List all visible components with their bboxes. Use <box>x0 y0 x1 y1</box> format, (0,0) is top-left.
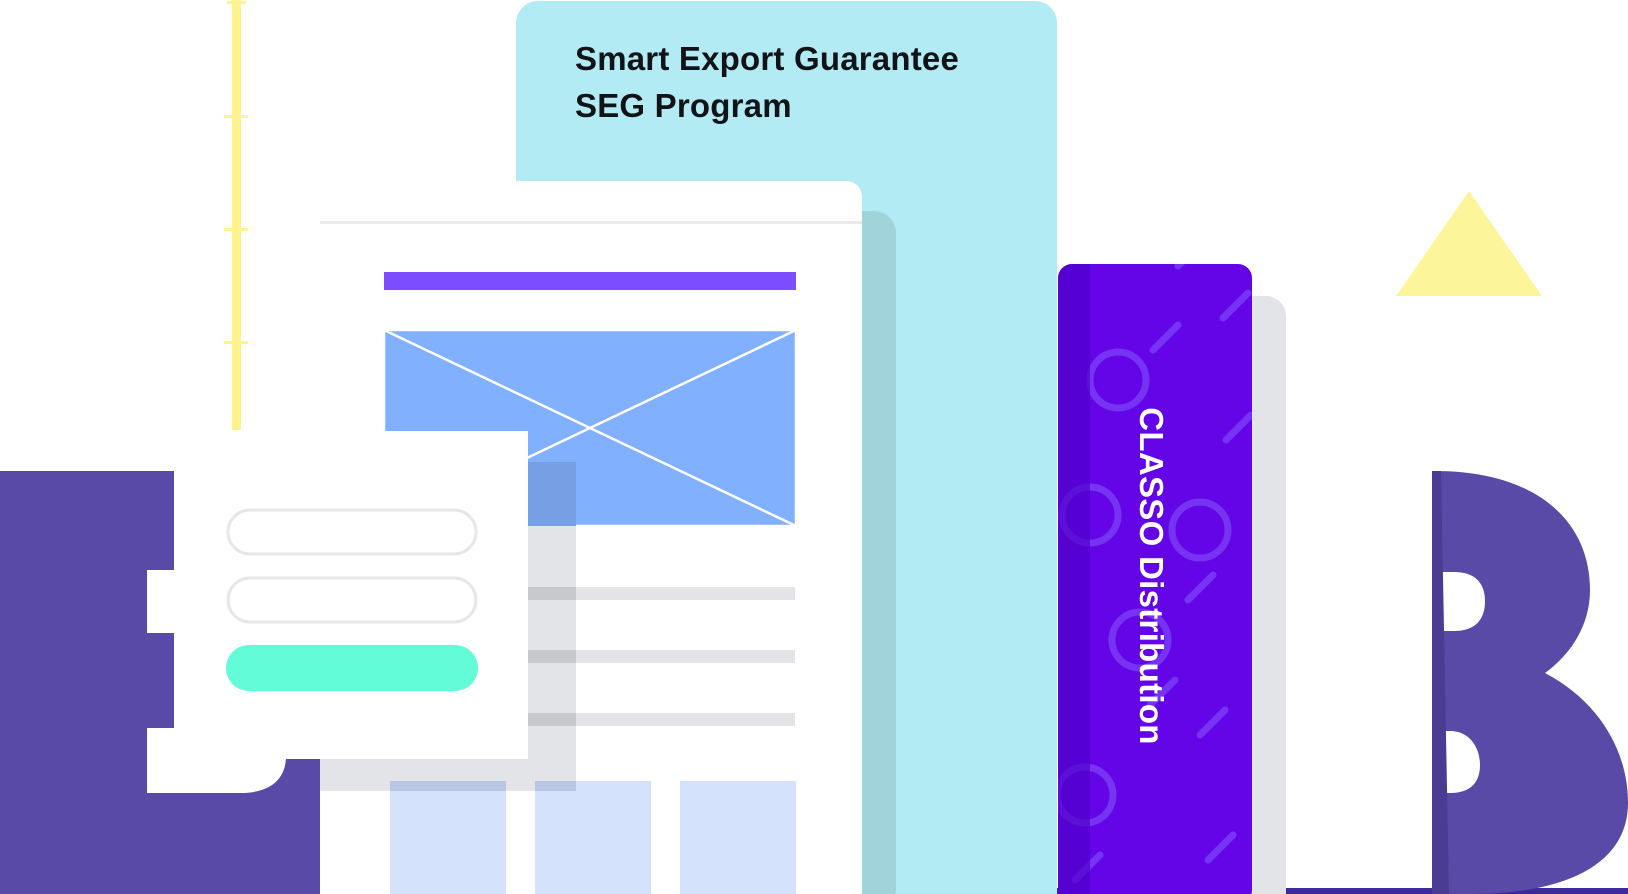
form-field <box>226 508 478 556</box>
seg-title-line-2: SEG Program <box>575 87 792 124</box>
seg-title-line-1: Smart Export Guarantee <box>575 40 960 77</box>
ruler-icon <box>224 0 248 430</box>
grid-tile <box>390 781 506 894</box>
seg-card-title: Smart Export Guarantee SEG Program <box>575 35 1035 129</box>
document-top-rule <box>320 221 862 224</box>
grid-tile-overlap <box>535 781 576 791</box>
grid-tile-overlap <box>390 781 506 791</box>
illustration-artwork <box>0 0 1628 894</box>
letter-b-shape <box>1432 470 1628 894</box>
grid-tile <box>680 781 796 894</box>
form-submit-button <box>226 645 478 691</box>
form-field <box>226 576 478 624</box>
document-header-bar <box>384 272 796 290</box>
grid-tile <box>535 781 651 894</box>
triangle-icon <box>1396 191 1542 296</box>
illustration-scene: Smart Export Guarantee SEG Program CLASS… <box>0 0 1628 894</box>
classo-book-label: CLASSO Distribution <box>1133 407 1170 745</box>
